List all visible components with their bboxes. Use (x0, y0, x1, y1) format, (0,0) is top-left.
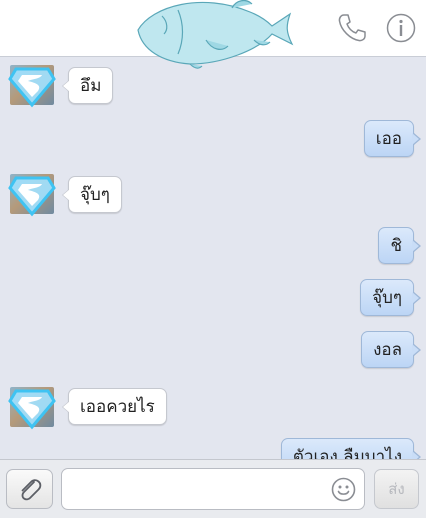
send-label: ส่ง (388, 480, 405, 498)
message-text: อึม (80, 76, 102, 96)
message-text: จุ๊บๆ (80, 185, 110, 205)
message-text: ชิ (390, 236, 402, 256)
message-text: งอล (373, 340, 402, 360)
chat-header (0, 0, 426, 69)
message-text: เออ (375, 129, 402, 149)
paperclip-icon (21, 479, 42, 501)
message-text: จุ๊บๆ (372, 288, 402, 308)
composer-bar: ส่ง (0, 459, 426, 518)
attach-button[interactable] (6, 469, 53, 509)
message-bubble-incoming[interactable]: เออควยไร (62, 388, 167, 425)
message-bubble-outgoing[interactable]: ชิ (378, 227, 421, 264)
message-bubble-outgoing[interactable]: เออ (363, 120, 422, 157)
message-bubble-incoming[interactable]: อึม (61, 67, 114, 104)
avatar[interactable] (6, 61, 58, 109)
message-input[interactable] (61, 468, 365, 510)
avatar[interactable] (6, 383, 58, 431)
info-icon[interactable] (385, 12, 417, 44)
message-bubble-outgoing[interactable]: งอล (361, 331, 421, 368)
phone-icon[interactable] (336, 12, 368, 44)
message-text: เออควยไร (80, 397, 155, 417)
message-list[interactable]: อึม เออ จุ๊บๆ ชิ จุ๊บๆ งอล เออควยไร ตัวเ… (0, 57, 426, 459)
message-bubble-outgoing[interactable]: จุ๊บๆ (360, 279, 421, 316)
message-text: ตัวเอง ลืมบาไง (292, 447, 402, 459)
message-bubble-incoming[interactable]: จุ๊บๆ (62, 176, 122, 213)
fish-illustration (137, 0, 294, 69)
message-bubble-outgoing[interactable]: ตัวเอง ลืมบาไง (280, 438, 422, 459)
avatar[interactable] (6, 170, 58, 218)
send-button[interactable]: ส่ง (374, 469, 419, 509)
smiley-icon[interactable] (331, 477, 356, 502)
